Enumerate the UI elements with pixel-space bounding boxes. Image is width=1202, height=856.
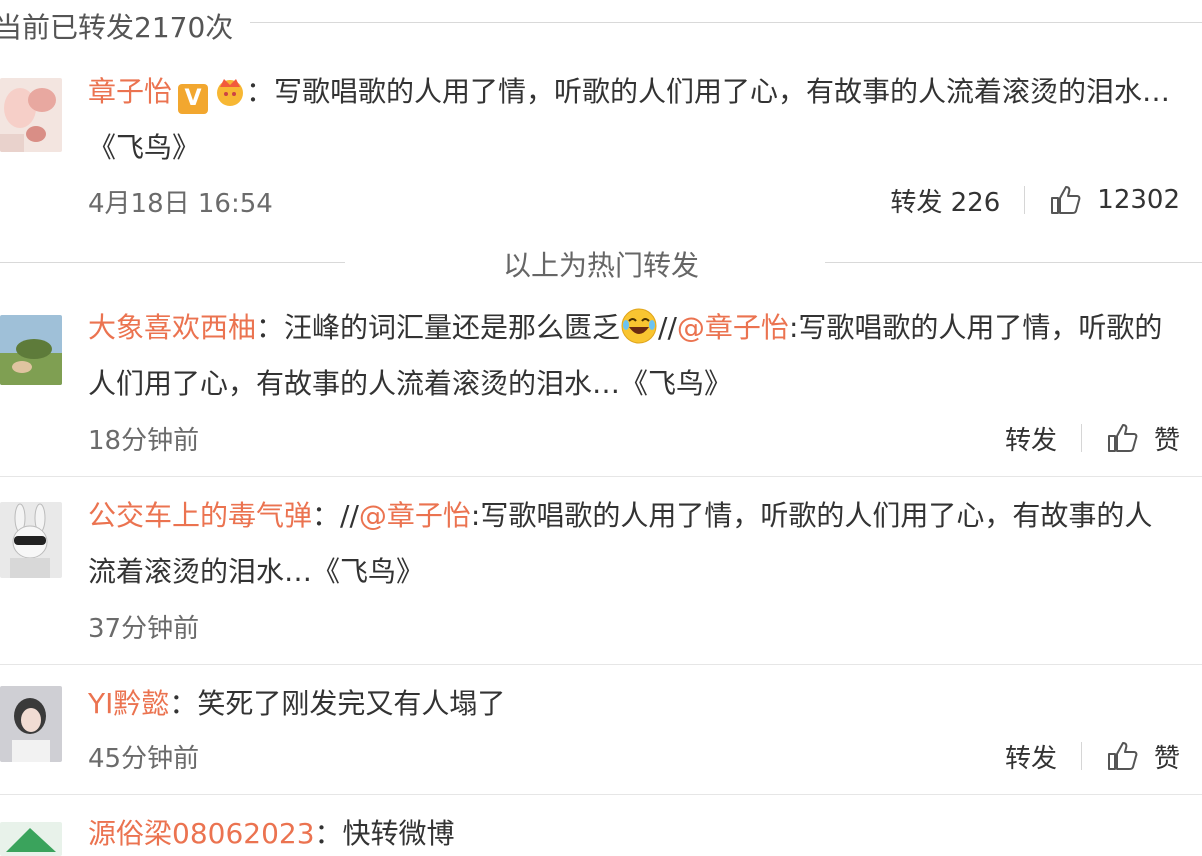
avatar[interactable] <box>0 78 62 152</box>
repost-item: 源俗梁08062023：快转微博 <box>0 806 1202 856</box>
like-label: 赞 <box>1153 425 1180 456</box>
hot-reposts-label: 以上为热门转发 <box>502 249 699 282</box>
username-link[interactable]: YI黔懿 <box>88 687 169 720</box>
repost-item: YI黔懿：笑死了刚发完又有人塌了 45分钟前 转发 赞 <box>0 676 1202 792</box>
colon: ： <box>314 817 343 850</box>
crown-badge <box>214 70 246 106</box>
username-link[interactable]: 章子怡 <box>88 75 172 108</box>
colon: ： <box>169 687 198 720</box>
repost-count: 226 <box>950 187 1001 218</box>
repost-text: 汪峰的词汇量还是那么匮乏 <box>284 311 621 344</box>
colon: ： <box>246 75 275 108</box>
timestamp[interactable]: 18分钟前 <box>88 420 199 457</box>
thumbs-up-icon <box>1051 186 1081 214</box>
action-bar: 转发 226 12302 <box>890 180 1180 220</box>
action-bar: 转发 赞 <box>1005 418 1180 458</box>
repost-content: YI黔懿：笑死了刚发完又有人塌了 <box>88 676 1180 732</box>
repost-separator: // <box>340 499 359 532</box>
verified-v-badge: V <box>178 84 209 114</box>
avatar[interactable] <box>0 502 62 578</box>
separator-line-right <box>825 262 1202 263</box>
repost-separator: // <box>658 311 677 344</box>
avatar[interactable] <box>0 315 62 385</box>
action-separator <box>1080 742 1082 770</box>
timestamp[interactable]: 4月18日 16:54 <box>88 183 273 220</box>
repost-text: 快转微博 <box>342 817 455 850</box>
repost-item: 公交车上的毒气弹：//@章子怡:写歌唱歌的人用了情，听歌的人们用了心，有故事的人… <box>0 488 1202 663</box>
username-link[interactable]: 公交车上的毒气弹 <box>88 499 312 532</box>
repost-button[interactable]: 转发 <box>1005 738 1057 775</box>
repost-item: 大象喜欢西柚：汪峰的词汇量还是那么匮乏//@章子怡:写歌唱歌的人用了情，听歌的人… <box>0 300 1202 475</box>
action-separator <box>1024 186 1026 214</box>
action-bar: 转发 赞 <box>1005 736 1180 776</box>
like-button[interactable]: 12302 <box>1049 184 1180 216</box>
repost-text: 笑死了刚发完又有人塌了 <box>197 687 506 720</box>
avatar[interactable] <box>0 822 62 856</box>
repost-content: 源俗梁08062023：快转微博 <box>88 806 1180 856</box>
colon: ： <box>312 499 341 532</box>
hot-reposts-separator: 以上为热门转发 <box>0 240 1202 284</box>
laughing-emoji-icon <box>620 307 658 345</box>
username-link[interactable]: 源俗梁08062023 <box>88 817 315 850</box>
repost-content: 章子怡 V ：写歌唱歌的人用了情，听歌的人们用了心，有故事的人流着滚烫的泪水…《飞鸟… <box>88 64 1180 176</box>
repost-header: 当前已转发2170次 <box>0 0 1202 44</box>
repost-label: 转发 <box>890 187 943 218</box>
thumbs-up-icon <box>1107 424 1138 452</box>
username-link[interactable]: 大象喜欢西柚 <box>88 311 256 344</box>
repost-content: 大象喜欢西柚：汪峰的词汇量还是那么匮乏//@章子怡:写歌唱歌的人用了情，听歌的人… <box>88 300 1180 412</box>
avatar[interactable] <box>0 686 62 762</box>
like-button[interactable]: 赞 <box>1106 738 1180 775</box>
repost-content: 公交车上的毒气弹：//@章子怡:写歌唱歌的人用了情，听歌的人们用了心，有故事的人… <box>88 488 1180 600</box>
timestamp[interactable]: 45分钟前 <box>88 738 199 775</box>
like-count: 12302 <box>1097 185 1180 215</box>
action-separator <box>1080 424 1082 452</box>
repost-item: 章子怡 V ：写歌唱歌的人用了情，听歌的人们用了心，有故事的人流着滚烫的泪水…《飞鸟… <box>0 70 1202 240</box>
repost-button[interactable]: 转发 226 <box>890 182 1000 219</box>
thumbs-up-icon <box>1107 742 1138 770</box>
timestamp[interactable]: 37分钟前 <box>88 608 199 645</box>
mention-link[interactable]: @章子怡 <box>359 499 471 532</box>
item-divider <box>0 794 1202 795</box>
like-label: 赞 <box>1153 743 1180 774</box>
header-divider <box>250 22 1202 23</box>
colon: ： <box>256 311 285 344</box>
like-button[interactable]: 赞 <box>1106 420 1180 457</box>
repost-button[interactable]: 转发 <box>1005 420 1057 457</box>
mention-link[interactable]: @章子怡 <box>677 311 789 344</box>
item-divider <box>0 664 1202 665</box>
repost-count-text: 当前已转发2170次 <box>0 11 234 44</box>
item-divider <box>0 476 1202 477</box>
